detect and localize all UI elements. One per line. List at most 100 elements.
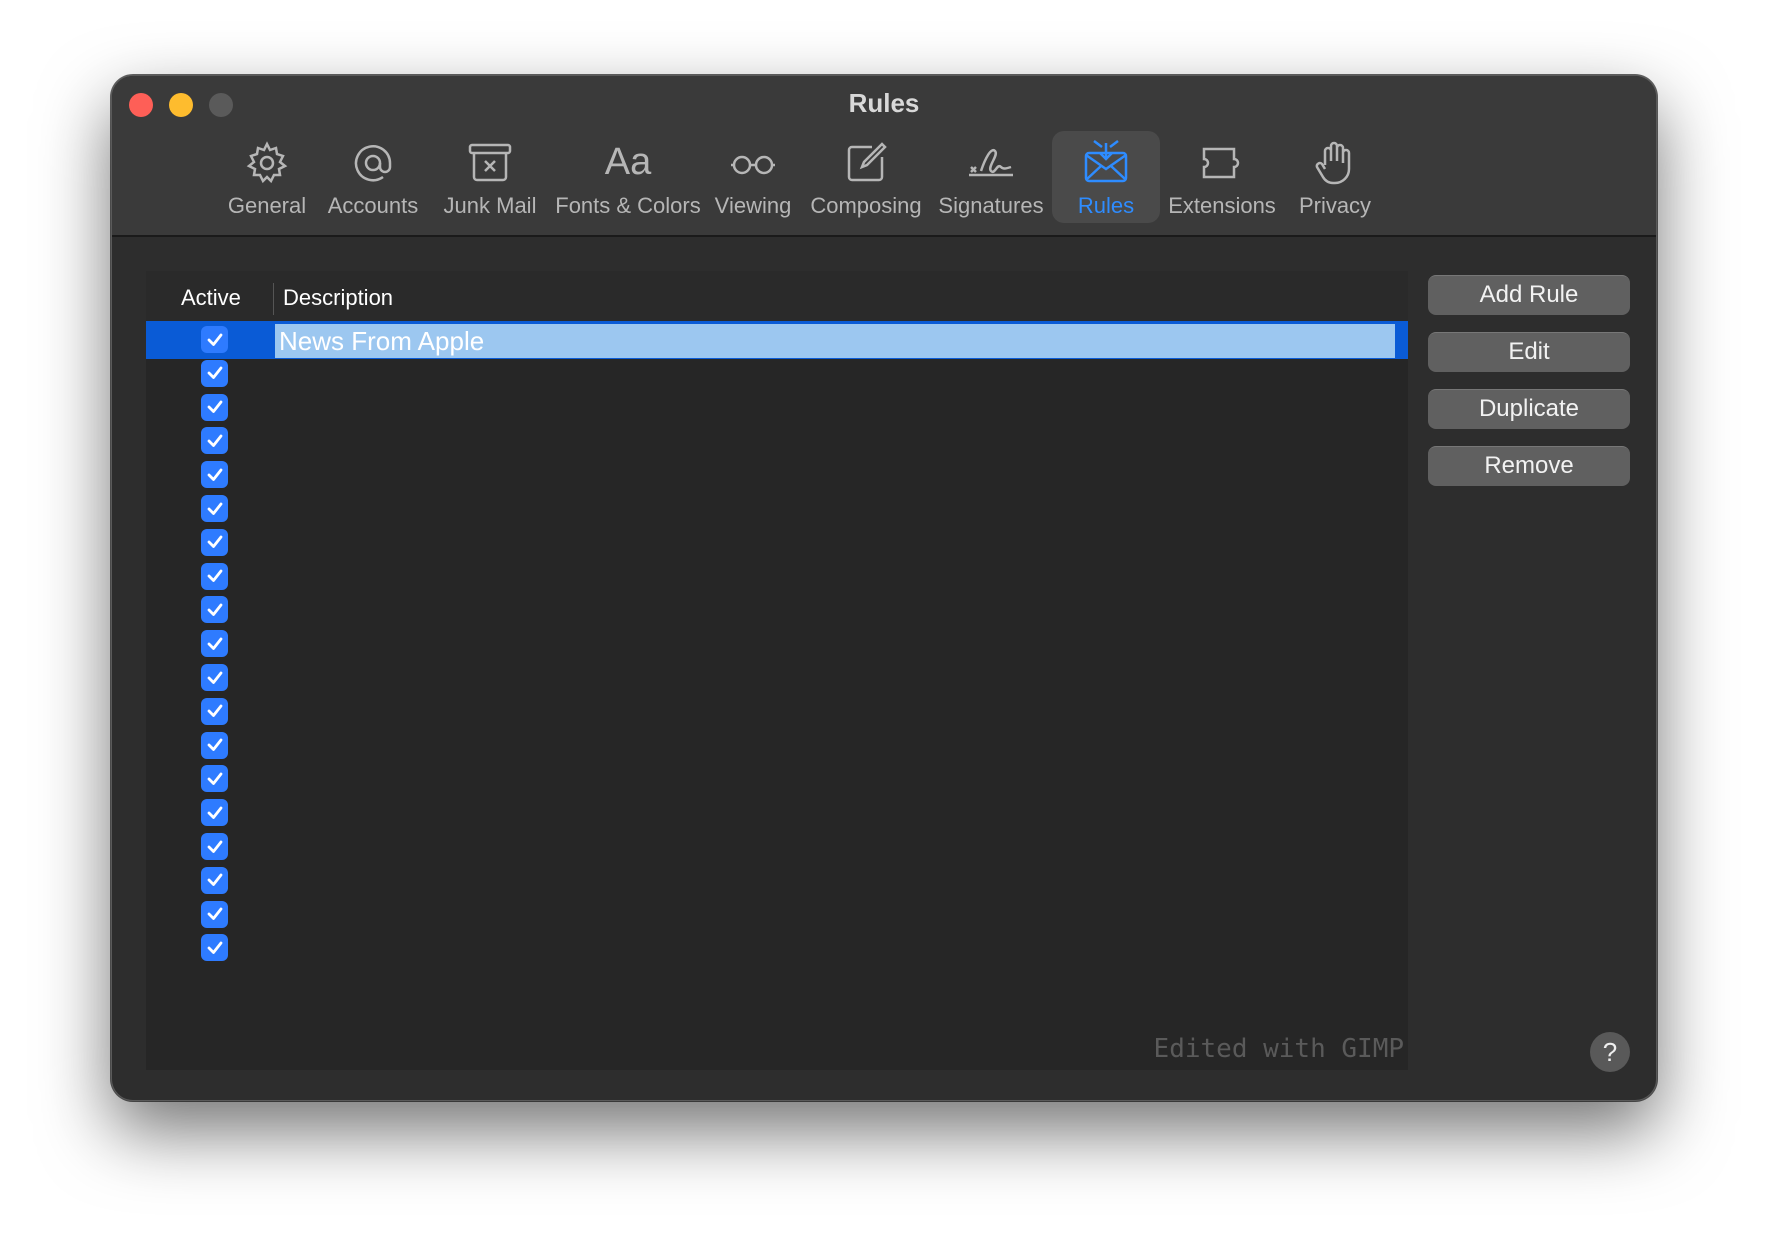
rule-active-checkbox[interactable] [201, 697, 228, 725]
table-row[interactable] [146, 558, 1408, 596]
rule-active-checkbox[interactable] [201, 934, 228, 962]
checkmark-icon [207, 840, 222, 853]
table-row[interactable] [146, 727, 1408, 765]
rules-envelope-icon [1084, 140, 1128, 183]
edit-button[interactable]: Edit [1428, 332, 1630, 372]
fonts-icon: Aa [604, 141, 652, 183]
table-row[interactable] [146, 422, 1408, 460]
tab-viewing[interactable]: Viewing [704, 131, 802, 223]
table-row[interactable] [146, 693, 1408, 731]
table-row[interactable]: News From Apple [146, 321, 1408, 359]
titlebar: Rules General Accounts Junk Mail Aa Font… [112, 76, 1656, 237]
tab-extensions[interactable]: Extensions [1160, 131, 1284, 223]
tab-label: Viewing [714, 193, 792, 218]
tab-signatures[interactable]: Signatures [930, 131, 1052, 223]
rule-description[interactable]: News From Apple [275, 324, 1395, 358]
tab-privacy[interactable]: Privacy [1284, 131, 1386, 223]
column-divider[interactable] [273, 283, 274, 315]
puzzle-icon [1202, 147, 1240, 179]
table-row[interactable] [146, 591, 1408, 629]
rule-active-checkbox[interactable] [201, 799, 228, 827]
rule-description[interactable] [275, 358, 1395, 392]
rule-description[interactable] [275, 662, 1395, 696]
tab-label: Fonts & Colors [555, 193, 701, 218]
rule-active-checkbox[interactable] [201, 596, 228, 624]
rule-active-checkbox[interactable] [201, 427, 228, 455]
checkmark-icon [207, 941, 222, 954]
rule-description[interactable] [275, 425, 1395, 459]
rule-active-checkbox[interactable] [201, 528, 228, 556]
junk-mail-icon [468, 143, 512, 182]
table-row[interactable] [146, 929, 1408, 967]
table-row[interactable] [146, 760, 1408, 798]
checkmark-icon [207, 333, 222, 346]
tab-label: Accounts [327, 193, 419, 218]
rule-description[interactable] [275, 763, 1395, 797]
rule-active-checkbox[interactable] [201, 900, 228, 928]
rule-description[interactable] [275, 696, 1395, 730]
table-row[interactable] [146, 389, 1408, 427]
table-row[interactable] [146, 456, 1408, 494]
rule-description[interactable] [275, 493, 1395, 527]
help-button[interactable]: ? [1590, 1032, 1630, 1072]
table-row[interactable] [146, 524, 1408, 562]
remove-button[interactable]: Remove [1428, 446, 1630, 486]
rule-description[interactable] [275, 865, 1395, 899]
tab-accounts[interactable]: Accounts [318, 131, 428, 223]
rule-active-checkbox[interactable] [201, 461, 228, 489]
rule-description[interactable] [275, 392, 1395, 426]
rule-active-checkbox[interactable] [201, 866, 228, 894]
signature-icon [969, 148, 1013, 177]
column-header-description[interactable]: Description [283, 285, 393, 311]
rule-active-checkbox[interactable] [201, 393, 228, 421]
tab-general[interactable]: General [216, 131, 318, 223]
rule-description[interactable] [275, 594, 1395, 628]
tab-label: Extensions [1168, 193, 1276, 218]
rule-active-checkbox[interactable] [201, 630, 228, 658]
rule-active-checkbox[interactable] [201, 731, 228, 759]
tab-junk-mail[interactable]: Junk Mail [428, 131, 552, 223]
rule-description[interactable] [275, 932, 1395, 966]
rule-active-checkbox[interactable] [201, 833, 228, 860]
table-row[interactable] [146, 862, 1408, 900]
tab-label: Signatures [938, 193, 1044, 218]
rule-description[interactable] [275, 899, 1395, 933]
rule-active-checkbox[interactable] [201, 326, 228, 353]
rule-description[interactable] [275, 527, 1395, 561]
checkmark-icon [207, 738, 222, 751]
rule-description[interactable] [275, 561, 1395, 595]
table-row[interactable] [146, 828, 1408, 866]
rules-table[interactable]: Active Description News From Apple Edite… [146, 271, 1408, 1070]
window-title: Rules [848, 88, 920, 118]
rule-active-checkbox[interactable] [201, 562, 228, 590]
table-row[interactable] [146, 355, 1408, 393]
rule-description[interactable] [275, 797, 1395, 831]
rule-description[interactable] [275, 628, 1395, 662]
duplicate-button[interactable]: Duplicate [1428, 389, 1630, 429]
tab-rules[interactable]: Rules [1052, 131, 1160, 223]
rule-active-checkbox[interactable] [201, 495, 228, 522]
table-row[interactable] [146, 896, 1408, 934]
checkmark-icon [207, 907, 222, 920]
rule-active-checkbox[interactable] [201, 765, 228, 793]
add-rule-button[interactable]: Add Rule [1428, 275, 1630, 315]
mail-settings-window: Rules General Accounts Junk Mail Aa Font… [111, 75, 1657, 1101]
rule-description[interactable] [275, 730, 1395, 764]
checkmark-icon [207, 772, 222, 785]
glasses-icon [731, 155, 775, 175]
hand-icon [1315, 141, 1351, 185]
rule-description[interactable] [275, 459, 1395, 493]
table-row[interactable] [146, 659, 1408, 697]
rule-description[interactable] [275, 831, 1395, 865]
tab-composing[interactable]: Composing [802, 131, 930, 223]
rule-active-checkbox[interactable] [201, 359, 228, 387]
tab-fonts-colors[interactable]: Aa Fonts & Colors [552, 131, 704, 223]
checkmark-icon [207, 671, 222, 684]
checkmark-icon [207, 468, 222, 481]
table-row[interactable] [146, 625, 1408, 663]
column-header-active[interactable]: Active [181, 285, 241, 311]
table-row[interactable] [146, 490, 1408, 528]
table-row[interactable] [146, 794, 1408, 832]
rule-active-checkbox[interactable] [201, 664, 228, 691]
tab-label: Composing [810, 193, 922, 218]
